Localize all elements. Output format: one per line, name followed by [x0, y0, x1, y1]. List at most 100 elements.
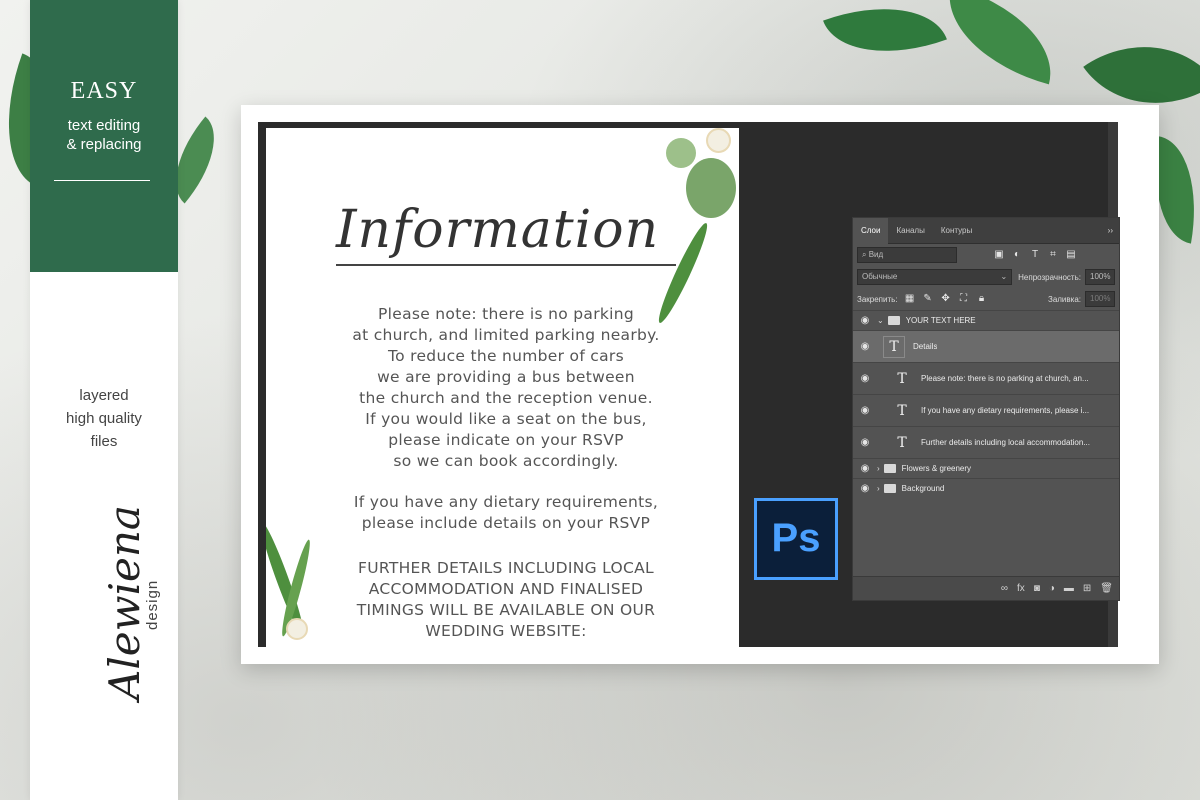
chevron-right-icon[interactable]: ›: [877, 464, 880, 473]
sidebar-subtext: text editing & replacing: [30, 116, 178, 154]
divider: [54, 180, 150, 181]
new-layer-icon[interactable]: ⊞: [1083, 583, 1091, 594]
card-text-line: please include details on your RSVP: [361, 514, 651, 532]
fill-label: Заливка:: [1047, 294, 1081, 304]
text-layer-icon: T: [897, 434, 907, 451]
layer-further-details-text[interactable]: ◉ T Further details including local acco…: [853, 426, 1119, 458]
folder-icon: [887, 316, 900, 325]
smart-object-filter-icon[interactable]: ▤: [1065, 249, 1077, 261]
layer-group-your-text-here[interactable]: ◉ ⌄ YOUR TEXT HERE: [853, 310, 1119, 330]
link-icon[interactable]: ∞: [1001, 583, 1008, 594]
layers-panel: Слои Каналы Контуры ›› ⌕ Вид ▣ ◐ T ⌗ ▤ О…: [852, 217, 1120, 601]
layer-filter-select[interactable]: ⌕ Вид: [857, 247, 957, 263]
eye-icon[interactable]: ◉: [853, 315, 877, 326]
lock-transparency-icon[interactable]: ▦: [904, 293, 916, 305]
mask-icon[interactable]: ◙: [1034, 583, 1040, 594]
search-icon: ⌕: [862, 250, 869, 259]
chevron-right-icon[interactable]: ›: [877, 484, 880, 493]
lock-all-icon[interactable]: 🔒︎: [976, 293, 988, 305]
layer-name: If you have any dietary requirements, pl…: [921, 406, 1090, 415]
lock-row: Закрепить: ▦ ✎ ✥ ⛶ 🔒︎ Заливка: 100%: [853, 288, 1119, 310]
text-layer-icon: T: [897, 402, 907, 419]
card-text-line: If you would like a seat on the bus,: [365, 410, 647, 428]
filter-row: ⌕ Вид ▣ ◐ T ⌗ ▤: [853, 244, 1119, 266]
tab-layers[interactable]: Слои: [853, 217, 889, 244]
card-paragraph-dietary: If you have any dietary requirements, pl…: [306, 492, 706, 534]
layer-name: Please note: there is no parking at chur…: [921, 374, 1089, 383]
lock-label: Закрепить:: [857, 294, 898, 304]
opacity-label: Непрозрачность:: [1018, 272, 1081, 282]
sidebar-subtext-line: text editing: [67, 117, 141, 134]
card-text-line: please indicate on your RSVP: [388, 431, 624, 449]
card-text-line: TIMINGS WILL BE AVAILABLE ON OUR: [356, 601, 656, 619]
image-filter-icon[interactable]: ▣: [993, 249, 1005, 261]
folder-icon: [883, 484, 896, 493]
folder-icon: [883, 464, 896, 473]
lock-brush-icon[interactable]: ✎: [922, 293, 934, 305]
card-text-line: so we can book accordingly.: [393, 452, 619, 470]
card-title: Information: [336, 200, 660, 260]
layer-name: Flowers & greenery: [901, 464, 972, 473]
layer-group-background[interactable]: ◉ › Background: [853, 478, 1119, 498]
fx-icon[interactable]: fx: [1017, 583, 1025, 594]
fill-input[interactable]: 100%: [1085, 291, 1115, 307]
blend-row: Обычные ⌄ Непрозрачность: 100%: [853, 266, 1119, 288]
chevron-down-icon: ⌄: [1000, 272, 1008, 281]
layer-group-flowers[interactable]: ◉ › Flowers & greenery: [853, 458, 1119, 478]
card-text-line: at church, and limited parking nearby.: [352, 326, 660, 344]
layer-name: Further details including local accommod…: [921, 438, 1090, 447]
filter-label: Вид: [868, 250, 884, 259]
new-group-icon[interactable]: ▬: [1064, 583, 1074, 594]
layer-parking-text[interactable]: ◉ T Please note: there is no parking at …: [853, 362, 1119, 394]
sidebar-feature-text: layered high quality files: [30, 384, 178, 453]
card-text-line: If you have any dietary requirements,: [353, 493, 659, 511]
double-chevron-icon[interactable]: ››: [1108, 218, 1113, 244]
photoshop-workspace: Information Please note: there is no par…: [258, 122, 1120, 647]
sidebar: EASY text editing & replacing layered hi…: [30, 0, 178, 800]
lock-artboard-icon[interactable]: ⛶: [958, 293, 970, 305]
lock-move-icon[interactable]: ✥: [940, 293, 952, 305]
adjustment-icon[interactable]: ◑: [1049, 583, 1055, 594]
brand-logo-design: design: [144, 579, 161, 630]
card-text-line: Please note: there is no parking: [377, 305, 635, 323]
type-filter-icon[interactable]: T: [1029, 249, 1041, 261]
card-text-line: the church and the reception venue.: [359, 389, 653, 407]
chevron-down-icon[interactable]: ⌄: [877, 316, 884, 325]
card-text-line: we are providing a bus between: [377, 368, 635, 386]
panel-tabs: Слои Каналы Контуры ››: [853, 217, 1119, 244]
invitation-card: Information Please note: there is no par…: [266, 128, 739, 647]
layer-dietary-text[interactable]: ◉ T If you have any dietary requirements…: [853, 394, 1119, 426]
tab-paths[interactable]: Контуры: [933, 218, 980, 244]
brand-logo-script: Alewiena: [100, 505, 149, 700]
eye-icon[interactable]: ◉: [853, 483, 877, 494]
eye-icon[interactable]: ◉: [853, 437, 877, 448]
sidebar-heading: EASY: [70, 78, 138, 104]
mockup-frame: Information Please note: there is no par…: [241, 105, 1159, 664]
trash-icon[interactable]: 🗑︎: [1100, 583, 1113, 594]
sidebar-subtext-line: & replacing: [66, 136, 142, 153]
card-text-line: To reduce the number of cars: [388, 347, 624, 365]
tab-channels[interactable]: Каналы: [888, 218, 932, 244]
layers-panel-footer: ∞ fx ◙ ◑ ▬ ⊞ 🗑︎: [853, 576, 1119, 600]
shape-filter-icon[interactable]: ⌗: [1047, 249, 1059, 261]
text-layer-icon: T: [897, 370, 907, 387]
layer-name: YOUR TEXT HERE: [905, 316, 976, 325]
eye-icon[interactable]: ◉: [853, 463, 877, 474]
sidebar-feature-block: EASY text editing & replacing: [30, 0, 178, 272]
photoshop-logo: Ps: [754, 498, 838, 580]
layer-name: Details: [913, 342, 938, 351]
card-text-line: FURTHER DETAILS INCLUDING LOCAL: [358, 559, 654, 577]
card-text-line: WEDDING WEBSITE:: [425, 622, 587, 640]
card-paragraph-details: FURTHER DETAILS INCLUDING LOCAL ACCOMMOD…: [306, 558, 706, 642]
eye-icon[interactable]: ◉: [853, 405, 877, 416]
feature-line: files: [90, 433, 118, 450]
card-paragraph-parking: Please note: there is no parking at chur…: [306, 304, 706, 472]
opacity-input[interactable]: 100%: [1085, 269, 1115, 285]
feature-line: high quality: [66, 410, 142, 427]
eye-icon[interactable]: ◉: [853, 373, 877, 384]
blend-mode-select[interactable]: Обычные ⌄: [857, 269, 1013, 285]
layer-details[interactable]: ◉ T Details: [853, 330, 1119, 362]
eye-icon[interactable]: ◉: [853, 341, 877, 352]
adjustment-filter-icon[interactable]: ◐: [1011, 249, 1023, 261]
title-underline: [336, 264, 676, 266]
